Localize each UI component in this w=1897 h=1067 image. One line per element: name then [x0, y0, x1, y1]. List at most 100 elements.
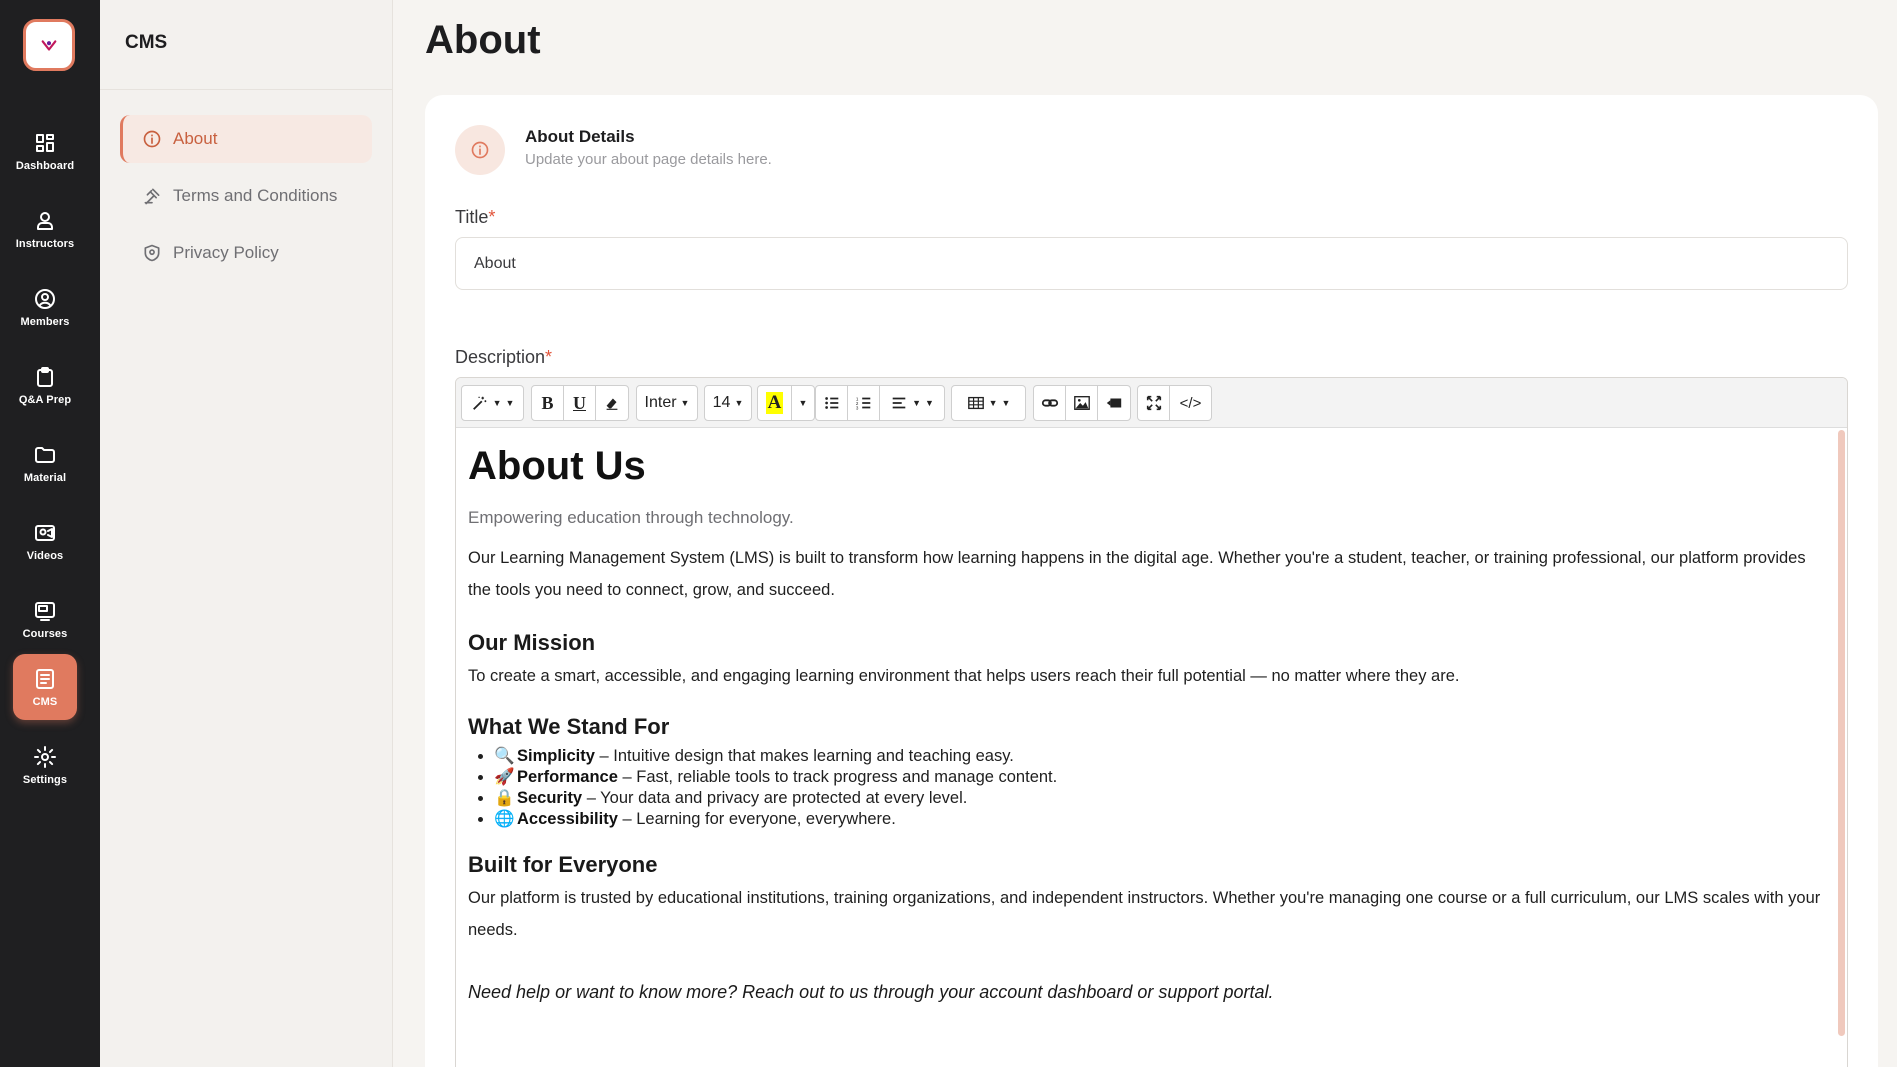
description-label-text: Description	[455, 347, 546, 367]
info-icon	[143, 130, 161, 148]
fullscreen-button[interactable]	[1137, 385, 1170, 421]
list-item: 🔒Security – Your data and privacy are pr…	[494, 788, 1824, 809]
highlight-letter: A	[765, 392, 784, 414]
nav-label: Settings	[22, 773, 68, 786]
fullscreen-icon	[1146, 395, 1161, 411]
code-view-button[interactable]: </>	[1169, 385, 1212, 421]
required-asterisk: *	[545, 347, 553, 367]
value-term: Security	[517, 789, 583, 807]
eraser-icon	[606, 398, 618, 410]
font-size-value: 14	[712, 394, 731, 411]
bullet-list-button[interactable]	[815, 385, 848, 421]
main-nav-rail: Dashboard Instructors Members Q&A Prep M…	[0, 0, 100, 1067]
video-embed-button[interactable]	[1097, 385, 1131, 421]
table-icon	[967, 396, 984, 410]
courses-icon	[35, 601, 55, 621]
clear-format-button[interactable]	[595, 385, 629, 421]
logo-icon	[41, 40, 57, 51]
page-title: About	[425, 18, 541, 62]
nav-settings[interactable]: Settings	[13, 732, 77, 798]
sidebar-item-privacy[interactable]: Privacy Policy	[120, 229, 372, 277]
settings-icon	[34, 745, 56, 768]
image-button[interactable]	[1065, 385, 1098, 421]
nav-dashboard[interactable]: Dashboard	[13, 118, 77, 184]
paragraph-align-dropdown[interactable]: ▼ ▼	[879, 385, 945, 421]
cms-sidebar: CMS About Terms and Conditions Privacy P…	[100, 0, 393, 1067]
link-icon	[1041, 399, 1058, 407]
content-closing: Need help or want to know more? Reach ou…	[468, 982, 1274, 1002]
sidebar-item-terms[interactable]: Terms and Conditions	[120, 172, 372, 220]
section-title: About Details	[525, 127, 635, 146]
nav-courses[interactable]: Courses	[13, 586, 77, 652]
caret-icon: ▼	[492, 398, 502, 408]
description-label: Description*	[455, 347, 552, 368]
value-desc: – Your data and privacy are protected at…	[582, 789, 968, 807]
sidebar-title: CMS	[125, 32, 168, 53]
section-subtitle: Update your about page details here.	[525, 151, 772, 168]
content-subheading: What We Stand For	[468, 714, 670, 739]
caret-icon: ▼	[912, 398, 921, 408]
highlight-color-dropdown[interactable]: ▼	[791, 385, 815, 421]
shield-icon	[144, 244, 160, 262]
nav-cms[interactable]: CMS	[13, 654, 77, 720]
caret-icon: ▼	[925, 398, 934, 408]
sidebar-item-label: Terms and Conditions	[173, 186, 338, 205]
nav-qa-prep[interactable]: Q&A Prep	[13, 352, 77, 418]
folder-icon	[35, 446, 55, 463]
sidebar-item-label: Privacy Policy	[173, 243, 279, 262]
title-input[interactable]	[455, 237, 1848, 290]
app-logo[interactable]	[23, 19, 75, 71]
editor-content[interactable]: About Us Empowering education through te…	[456, 429, 1836, 1049]
about-details-card: About Details Update your about page det…	[425, 95, 1878, 1067]
value-term: Simplicity	[517, 747, 595, 765]
bold-button[interactable]: B	[531, 385, 564, 421]
video-icon	[1106, 398, 1122, 408]
section-info-badge	[455, 125, 505, 175]
magic-wand-icon	[472, 396, 486, 410]
nav-instructors[interactable]: Instructors	[13, 196, 77, 262]
nav-label: Material	[23, 471, 67, 484]
link-button[interactable]	[1033, 385, 1066, 421]
font-size-dropdown[interactable]: 14 ▼	[704, 385, 752, 421]
cms-icon	[36, 668, 54, 689]
nav-label: Q&A Prep	[18, 393, 72, 406]
sidebar-item-about[interactable]: About	[120, 115, 372, 163]
nav-material[interactable]: Material	[13, 430, 77, 496]
svg-text:3: 3	[855, 405, 858, 410]
list-item: 🔍Simplicity – Intuitive design that make…	[494, 746, 1824, 767]
content-subheading: Built for Everyone	[468, 852, 658, 877]
value-desc: – Fast, reliable tools to track progress…	[617, 768, 1058, 786]
required-asterisk: *	[488, 207, 496, 227]
highlight-color-button[interactable]: A	[757, 385, 792, 421]
align-left-icon	[892, 397, 906, 409]
nav-videos[interactable]: Videos	[13, 508, 77, 574]
font-name-dropdown[interactable]: Inter ▼	[636, 385, 698, 421]
editor-scrollbar[interactable]	[1838, 430, 1845, 1036]
content-paragraph: Our platform is trusted by educational i…	[468, 889, 1821, 939]
lock-emoji-icon: 🔒	[494, 789, 515, 807]
nav-label: Instructors	[15, 237, 75, 250]
caret-icon: ▼	[988, 398, 998, 408]
nav-label: CMS	[32, 695, 58, 708]
value-term: Accessibility	[517, 810, 618, 828]
content-paragraph: Our Learning Management System (LMS) is …	[468, 549, 1806, 599]
nav-label: Videos	[26, 549, 64, 562]
nav-label: Courses	[22, 627, 68, 640]
underline-button[interactable]: U	[563, 385, 596, 421]
value-desc: – Learning for everyone, everywhere.	[617, 810, 896, 828]
content-subheading: Our Mission	[468, 630, 596, 655]
caret-icon: ▼	[1001, 398, 1011, 408]
bullet-list-icon	[824, 397, 838, 409]
values-list: 🔍Simplicity – Intuitive design that make…	[468, 746, 1824, 830]
style-dropdown[interactable]: ▼ ▼	[461, 385, 524, 421]
caret-icon: ▼	[680, 398, 690, 408]
table-dropdown[interactable]: ▼ ▼	[951, 385, 1026, 421]
title-label: Title*	[455, 207, 495, 228]
nav-members[interactable]: Members	[13, 274, 77, 340]
font-name-value: Inter	[644, 394, 677, 411]
nav-label: Dashboard	[15, 159, 75, 172]
numbered-list-button[interactable]: 123	[847, 385, 880, 421]
list-item: 🚀Performance – Fast, reliable tools to t…	[494, 767, 1824, 788]
content-lead: Empowering education through technology.	[468, 508, 794, 527]
list-item: 🌐Accessibility – Learning for everyone, …	[494, 809, 1824, 830]
